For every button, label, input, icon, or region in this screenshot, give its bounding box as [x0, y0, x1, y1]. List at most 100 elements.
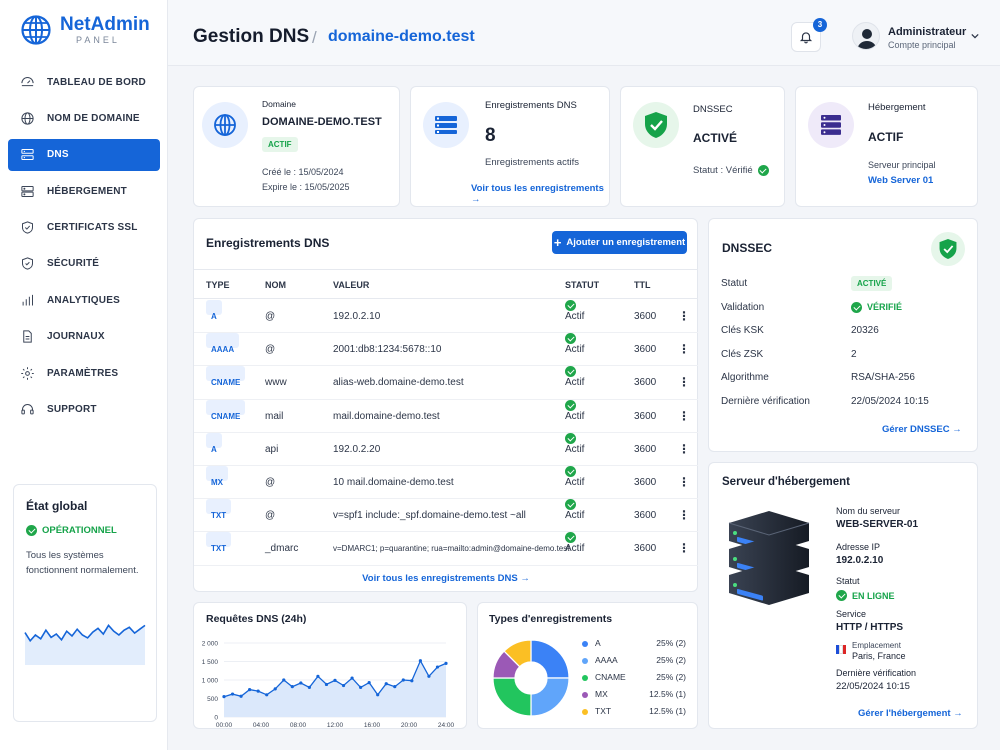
record-ttl: 3600 — [634, 410, 657, 422]
data-point — [350, 676, 354, 680]
data-point — [324, 682, 329, 687]
more-options-icon[interactable]: ⋮ — [678, 499, 690, 532]
global-status-message: Tous les systèmes fonctionnent normaleme… — [26, 550, 139, 576]
record-name: _dmarc — [265, 543, 299, 555]
sidebar-item-dns[interactable]: DNS — [8, 138, 160, 171]
dnssec-panel-title: DNSSEC — [722, 241, 773, 255]
data-point — [341, 683, 346, 688]
server-location: Paris, France — [852, 651, 906, 661]
view-all-dns-records-link[interactable]: Voir tous les enregistrements DNS → — [194, 573, 698, 584]
shield-check-icon — [931, 232, 965, 266]
table-row[interactable]: Aapi 192.0.2.20 Actif 3600 ⋮ — [194, 432, 698, 466]
sidebar-item-certificats-ssl[interactable]: CERTIFICATS SSL — [8, 212, 160, 244]
record-ttl: 3600 — [634, 344, 657, 356]
table-row[interactable]: AAAA @2001:db8:1234:5678::10 Actif 3600 ⋮ — [194, 333, 698, 367]
chevron-down-icon[interactable] — [971, 32, 979, 40]
brand-sub: PANEL — [76, 35, 120, 45]
breadcrumb-separator: / — [312, 28, 317, 47]
table-row[interactable]: CNAME www alias-web.domaine-demo.test Actif… — [194, 366, 698, 400]
sidebar-item-parametres[interactable]: PARAMÈTRES — [8, 357, 160, 389]
data-point — [384, 682, 388, 686]
data-point — [427, 674, 431, 678]
hosting-server-panel: Serveur d'hébergement Nom du serveur WEB… — [708, 462, 978, 729]
table-row[interactable]: CNAME mail mail.domaine-demo.test Actif 3600… — [194, 399, 698, 433]
sidebar-item-analytiques[interactable]: ANALYTIQUES — [8, 284, 160, 316]
sidebar-item-securite[interactable]: SÉCURITÉ — [8, 248, 160, 280]
sidebar-item-label: JOURNAUX — [47, 331, 105, 343]
legend-value: 25% (2) — [656, 655, 686, 665]
page-title: Gestion DNS — [193, 26, 310, 47]
table-row[interactable]: TXT @ v=spf1 include:_spf.domaine-demo.tes… — [194, 499, 698, 533]
avatar[interactable] — [852, 22, 880, 50]
user-icon — [857, 29, 877, 49]
more-options-icon[interactable]: ⋮ — [678, 466, 690, 499]
hosting-icon — [21, 185, 34, 197]
bell-icon — [799, 32, 813, 44]
queries-area — [224, 660, 446, 717]
legend-swatch — [582, 709, 588, 715]
global-status-title: État global — [26, 499, 88, 513]
breadcrumb-domain[interactable]: domaine-demo.test — [328, 28, 475, 46]
manage-hosting-link[interactable]: Gérer l'hébergement → — [858, 708, 963, 719]
check-circle-icon — [851, 301, 862, 313]
sidebar-item-nom-de-domaine[interactable]: NOM DE DOMAINE — [8, 102, 160, 134]
more-options-icon[interactable]: ⋮ — [678, 366, 690, 399]
sidebar-item-tableau-de-bord[interactable]: TABLEAU DE BORD — [8, 66, 160, 98]
server-status: EN LIGNE — [836, 590, 895, 601]
more-options-icon[interactable]: ⋮ — [678, 532, 690, 565]
dnssec-key: Clés ZSK — [721, 348, 764, 360]
more-options-icon[interactable]: ⋮ — [678, 300, 690, 333]
hosting-server-link[interactable]: Web Server 01 — [868, 175, 933, 186]
pie-slice-a — [530, 639, 570, 679]
data-point — [307, 685, 311, 689]
server-icon — [21, 149, 34, 161]
add-record-button[interactable]: + Ajouter un enregistrement — [552, 231, 687, 254]
headset-icon — [21, 404, 34, 415]
more-options-icon[interactable]: ⋮ — [678, 400, 690, 433]
document-icon — [23, 330, 32, 343]
data-point — [282, 678, 286, 682]
brand-logo[interactable]: NetAdmin PANEL — [20, 14, 150, 46]
more-options-icon[interactable]: ⋮ — [678, 433, 690, 466]
domain-name: DOMAINE-DEMO.TEST — [262, 116, 382, 128]
record-ttl: 3600 — [634, 510, 657, 522]
data-point — [239, 694, 243, 698]
record-name: @ — [265, 510, 276, 522]
manage-dnssec-link[interactable]: Gérer DNSSEC → — [882, 424, 962, 435]
domain-label: Domaine — [262, 99, 297, 109]
table-row[interactable]: A @192.0.2.10 Actif 3600 ⋮ — [194, 300, 698, 334]
top-header: Gestion DNS / domaine-demo.test 3 Admini… — [168, 0, 1000, 66]
record-value: v=spf1 include:_spf.domaine-demo.test ~a… — [333, 510, 526, 522]
legend-label: MX — [595, 689, 608, 699]
dnssec-value: 20326 — [851, 325, 879, 337]
dashboard-icon — [21, 76, 34, 86]
dnssec-row: Algorithme RSA/SHA-256 — [721, 372, 915, 384]
server-check-label: Dernière vérification — [836, 668, 917, 678]
dnssec-label: DNSSEC — [693, 104, 733, 115]
dnssec-value: RSA/SHA-256 — [851, 372, 915, 384]
sidebar-item-support[interactable]: SUPPORT — [8, 394, 160, 426]
view-all-records-link[interactable]: Voir tous les enregistrements → — [471, 183, 609, 205]
types-chart-title: Types d'enregistrements — [489, 613, 613, 625]
domain-created: Créé le : 15/05/2024 — [262, 167, 344, 177]
more-options-icon[interactable]: ⋮ — [678, 333, 690, 366]
data-point — [418, 659, 422, 663]
sidebar-nav: TABLEAU DE BORD NOM DE DOMAINE DNS HÉBERGEM… — [8, 66, 160, 430]
sidebar-item-journaux[interactable]: JOURNAUX — [8, 321, 160, 353]
record-ttl: 3600 — [634, 477, 657, 488]
legend-swatch — [582, 641, 588, 647]
record-name: @ — [265, 311, 276, 322]
record-types-donut — [492, 639, 570, 717]
data-point — [230, 692, 235, 696]
data-point — [273, 687, 277, 691]
table-row[interactable]: MX @10 mail.domaine-demo.test Actif 3600 ⋮ — [194, 466, 698, 500]
sidebar-item-hebergement[interactable]: HÉBERGEMENT — [8, 175, 160, 207]
user-name[interactable]: Administrateur — [888, 26, 966, 38]
arrow-right-icon: → — [953, 708, 963, 719]
dnssec-key: Algorithme — [721, 372, 769, 384]
table-row[interactable]: TXT _dmarc v=DMARC1; p=quarantine; rua=mai… — [194, 532, 698, 566]
domain-status-badge: ACTIF — [262, 137, 298, 152]
pie-slice-cname — [492, 677, 532, 717]
data-point — [367, 680, 371, 685]
data-point — [290, 685, 294, 689]
